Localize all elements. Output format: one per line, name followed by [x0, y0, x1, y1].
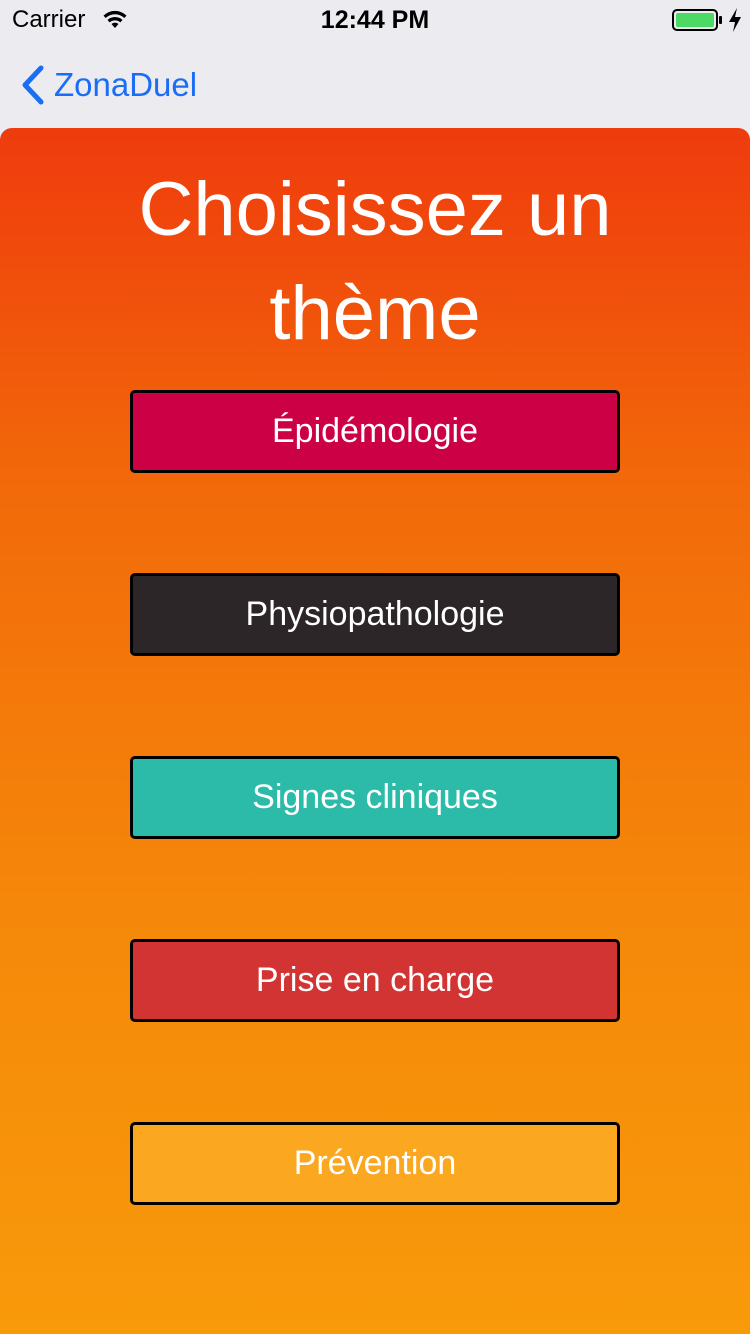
theme-panel: Choisissez un thème Épidémologie Physiop…	[0, 128, 750, 1334]
theme-button-label: Physiopathologie	[245, 595, 505, 633]
back-label: ZonaDuel	[54, 66, 198, 103]
theme-button-epidemiologie[interactable]: Épidémologie	[130, 390, 620, 473]
theme-button-prevention[interactable]: Prévention	[130, 1122, 620, 1205]
theme-button-prise-en-charge[interactable]: Prise en charge	[130, 939, 620, 1022]
theme-button-label: Épidémologie	[271, 412, 479, 450]
back-button[interactable]: ZonaDuel	[18, 62, 197, 108]
battery-icon	[672, 9, 722, 31]
charging-bolt-icon	[729, 8, 741, 32]
theme-button-physiopathologie[interactable]: Physiopathologie	[130, 573, 620, 656]
page-title: Choisissez un thème	[138, 167, 612, 356]
status-bar: Carrier 12:44 PM	[0, 0, 750, 40]
theme-button-label: Prise en charge	[255, 961, 495, 999]
theme-button-label: Prévention	[293, 1144, 457, 1182]
chevron-left-icon	[22, 65, 44, 105]
theme-button-label: Signes cliniques	[252, 778, 498, 816]
status-time: 12:44 PM	[320, 6, 430, 34]
theme-button-signes-cliniques[interactable]: Signes cliniques	[130, 756, 620, 839]
navigation-bar: ZonaDuel	[0, 40, 750, 128]
